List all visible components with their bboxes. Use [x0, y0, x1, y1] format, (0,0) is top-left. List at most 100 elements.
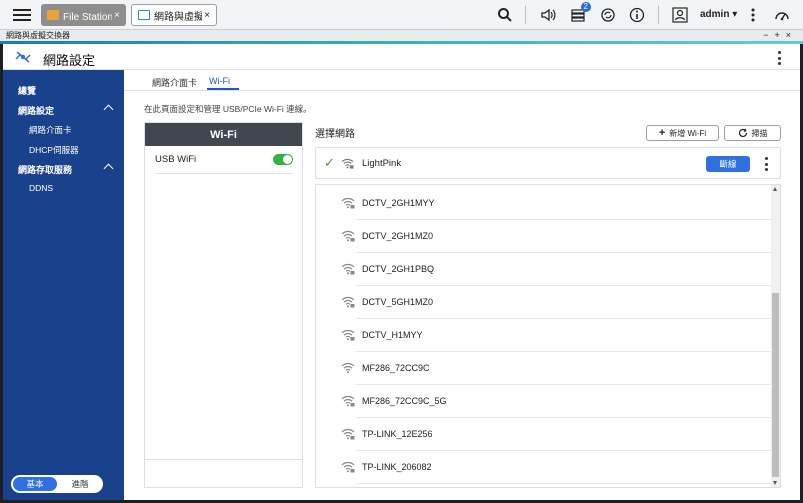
network-item[interactable]: DCTV_2GH1MZ0 [316, 220, 772, 253]
usb-wifi-row[interactable]: USB WiFi [155, 146, 293, 174]
dashboard-icon[interactable] [773, 6, 791, 24]
network-item[interactable]: DCTV_H1MYY [316, 319, 772, 352]
wifi-lock-icon [341, 296, 355, 308]
panel-footer [145, 459, 302, 487]
sidebar-item-label: 網路設定 [18, 106, 55, 116]
connected-network-row[interactable]: ✓ LightPink 斷線 [315, 147, 781, 179]
add-wifi-label: 新增 Wi-Fi [669, 128, 707, 138]
volume-icon[interactable] [539, 6, 557, 24]
check-icon: ✓ [324, 155, 335, 170]
refresh-icon [738, 128, 747, 138]
usb-wifi-toggle[interactable] [273, 154, 293, 165]
sidebar-item-network-adapters[interactable]: 網路介面卡 [3, 124, 124, 136]
user-icon[interactable] [671, 6, 689, 24]
main-content: 網路介面卡 Wi-Fi 在此頁面設定和管理 USB/PCIe Wi-Fi 連線。… [124, 70, 800, 500]
scan-button[interactable]: 掃描 [724, 125, 781, 141]
sidebar-item-label: 網路存取服務 [18, 165, 73, 175]
tab-file-station[interactable]: File Station 檔... × [41, 4, 126, 26]
info-icon[interactable] [628, 6, 646, 24]
wifi-lock-icon [341, 263, 355, 275]
scrollbar-thumb[interactable] [772, 293, 779, 477]
scrollbar[interactable] [771, 185, 780, 487]
sidebar-item-label: DDNS [29, 183, 54, 193]
sidebar-item-ddns[interactable]: DDNS [3, 183, 124, 193]
basic-mode-button[interactable]: 基本 [13, 477, 57, 491]
network-name: TP-LINK_12E256 [362, 429, 433, 439]
wifi-adapter-panel: Wi-Fi USB WiFi [144, 122, 303, 488]
plus-icon: + [658, 127, 666, 139]
network-item[interactable]: TP-LINK_206082 [316, 451, 772, 484]
taskbar: File Station 檔... × 網路與虛擬交換... × 2 admin… [0, 0, 803, 30]
network-item[interactable]: TP-LINK_12E256 [316, 418, 772, 451]
search-icon[interactable] [496, 6, 514, 24]
disconnect-button[interactable]: 斷線 [706, 156, 750, 172]
network-name: TP-LINK_206082 [362, 462, 432, 472]
sidebar-item-overview[interactable]: 總覽 [3, 84, 124, 97]
tab-label: File Station 檔... [63, 11, 113, 23]
network-name: DCTV_5GH1MZ0 [362, 297, 434, 307]
sidebar-item-network-settings[interactable]: 網路設定 [3, 104, 124, 117]
wifi-lock-icon [341, 395, 355, 407]
tab-network-switch[interactable]: 網路與虛擬交換... × [131, 4, 217, 26]
sync-icon[interactable] [599, 6, 617, 24]
wifi-lock-icon [341, 461, 355, 473]
network-name: DCTV_2GH1MYY [362, 198, 435, 208]
window-titlebar: 網路與虛擬交換器 −+× [0, 30, 803, 41]
sidebar-item-label: DHCP伺服器 [29, 145, 79, 155]
window-title: 網路與虛擬交換器 [6, 31, 70, 40]
tab-bar: 網路介面卡 Wi-Fi [124, 70, 800, 91]
sidebar: 總覽 網路設定 網路介面卡 DHCP伺服器 網路存取服務 DDNS 基本 進階 [3, 70, 124, 500]
wifi-lock-icon [341, 428, 355, 440]
main-menu-button[interactable] [12, 6, 32, 24]
sidebar-item-label: 總覽 [18, 86, 37, 96]
usb-wifi-label: USB WiFi [155, 154, 197, 165]
chevron-up-icon [103, 163, 114, 174]
wifi-lock-icon [341, 329, 355, 341]
page-description: 在此頁面設定和管理 USB/PCIe Wi-Fi 連線。 [144, 104, 312, 114]
wifi-lock-icon [341, 158, 354, 169]
app-header: 網路設定 [3, 44, 800, 70]
row-divider [356, 483, 772, 484]
network-item[interactable]: DCTV_2GH1PBQ [316, 253, 772, 286]
more-options-icon[interactable] [763, 157, 769, 171]
more-options-icon[interactable] [744, 6, 762, 24]
advanced-mode-button[interactable]: 進階 [57, 478, 103, 490]
chevron-up-icon [103, 104, 114, 115]
network-item[interactable]: DCTV_5GH1MZ0 [316, 286, 772, 319]
sidebar-item-label: 網路介面卡 [29, 125, 72, 135]
network-name: DCTV_2GH1MZ0 [362, 231, 434, 241]
network-settings-icon [15, 51, 31, 63]
network-item[interactable]: DCTV_2GH1MYY [316, 187, 772, 220]
wifi-lock-icon [341, 197, 355, 209]
scroll-down-arrow[interactable] [773, 481, 777, 485]
close-icon[interactable]: × [114, 10, 120, 21]
window-controls[interactable]: −+× [763, 30, 797, 41]
sidebar-item-dhcp-server[interactable]: DHCP伺服器 [3, 144, 124, 156]
select-network-title: 選擇網路 [315, 129, 355, 140]
add-wifi-button[interactable]: + 新增 Wi-Fi [646, 125, 719, 141]
tab-wifi[interactable]: Wi-Fi [209, 76, 230, 86]
task-queue-icon[interactable]: 2 [569, 2, 591, 24]
network-name: MF286_72CC9C [362, 363, 430, 373]
network-name: MF286_72CC9C_5G [362, 396, 447, 406]
network-name: DCTV_H1MYY [362, 330, 423, 340]
network-name: DCTV_2GH1PBQ [362, 264, 435, 274]
wifi-panel-header: Wi-Fi [145, 123, 302, 146]
notification-badge: 2 [580, 2, 591, 12]
network-item[interactable]: MF286_72CC9C_5G [316, 385, 772, 418]
sidebar-item-network-access[interactable]: 網路存取服務 [3, 163, 124, 176]
network-list: DCTV_2GH1MYY DCTV_2GH1MZ0 DCTV_2GH1PBQ DCTV… [315, 184, 781, 488]
network-item[interactable]: MF286_72CC9C [316, 352, 772, 385]
wifi-icon [341, 362, 355, 374]
app-more-icon[interactable] [776, 51, 782, 65]
folder-icon [47, 10, 59, 20]
active-tab-indicator [207, 88, 239, 90]
user-menu[interactable]: admin ▾ [700, 9, 737, 20]
wifi-lock-icon [341, 230, 355, 242]
scroll-up-arrow[interactable] [773, 187, 777, 191]
mode-toggle: 基本 進階 [11, 475, 103, 493]
connected-network-name: LightPink [362, 158, 402, 169]
close-icon[interactable]: × [204, 10, 210, 21]
tab-network-adapters[interactable]: 網路介面卡 [152, 76, 197, 89]
scan-label: 掃描 [751, 128, 768, 138]
